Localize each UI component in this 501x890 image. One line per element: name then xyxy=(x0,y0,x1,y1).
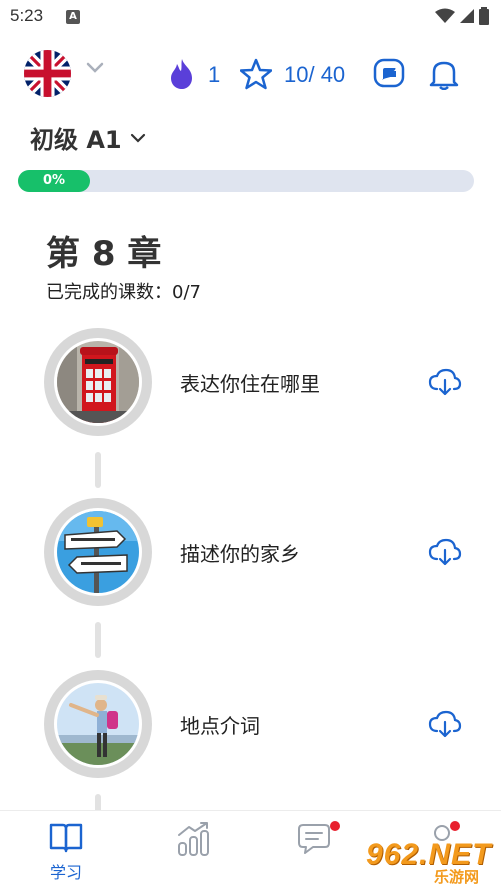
lesson-title: 描述你的家乡 xyxy=(180,542,300,566)
hiker-pointing-image xyxy=(54,680,142,768)
notification-badge xyxy=(330,821,340,831)
lessons-completed: 已完成的课数：0/7 xyxy=(46,282,201,303)
road-signs-image xyxy=(54,508,142,596)
nav-learn-label: 学习 xyxy=(49,863,82,882)
cloud-download-icon[interactable] xyxy=(428,710,462,738)
level-selector[interactable]: 初级 A1 xyxy=(30,120,146,155)
level-label: 初级 A1 xyxy=(30,126,122,154)
progress-percent: 0% xyxy=(42,173,66,188)
uk-flag-icon[interactable] xyxy=(24,50,71,97)
notification-a-icon: A xyxy=(66,10,80,24)
lesson-item[interactable]: 描述你的家乡 xyxy=(0,498,501,608)
star-icon[interactable] xyxy=(240,58,272,90)
nav-progress[interactable] xyxy=(164,821,224,861)
chevron-down-icon xyxy=(130,133,145,143)
site-watermark: 962.NET 乐游网 xyxy=(358,838,498,886)
bar-chart-icon xyxy=(178,822,209,856)
stars-count: 10/ 40 xyxy=(284,62,346,87)
lesson-thumbnail[interactable] xyxy=(44,670,152,778)
bell-icon[interactable] xyxy=(429,58,459,90)
notification-badge xyxy=(450,821,460,831)
open-book-icon xyxy=(49,823,83,853)
streak-count: 1 xyxy=(208,62,221,87)
flame-icon[interactable] xyxy=(168,58,196,90)
lesson-title: 地点介词 xyxy=(180,714,260,738)
signal-icon xyxy=(460,9,474,23)
lesson-thumbnail[interactable] xyxy=(44,328,152,436)
lesson-connector xyxy=(95,452,101,488)
cloud-download-icon[interactable] xyxy=(428,538,462,566)
top-bar: 1 10/ 40 xyxy=(0,44,501,104)
battery-icon xyxy=(479,7,489,25)
watermark-sub: 乐游网 xyxy=(434,868,480,886)
status-time: 5:23 xyxy=(10,6,44,25)
lesson-thumbnail[interactable] xyxy=(44,498,152,606)
chevron-down-icon[interactable] xyxy=(86,62,104,74)
lesson-item[interactable]: 表达你住在哪里 xyxy=(0,328,501,438)
chapter-title: 第 8 章 xyxy=(46,234,162,274)
speech-bubble-icon[interactable] xyxy=(373,58,405,90)
red-phone-booth-image xyxy=(54,338,142,426)
cloud-download-icon[interactable] xyxy=(428,368,462,396)
level-progress-bar: 0% xyxy=(18,170,474,192)
lesson-title: 表达你住在哪里 xyxy=(180,372,320,396)
lesson-connector xyxy=(95,622,101,658)
lesson-item[interactable]: 地点介词 xyxy=(0,670,501,780)
nav-learn[interactable]: 学习 xyxy=(36,821,96,883)
nav-community[interactable] xyxy=(286,821,346,861)
status-icons xyxy=(435,7,489,25)
wifi-icon xyxy=(435,8,455,23)
status-bar: 5:23 A xyxy=(0,0,501,34)
